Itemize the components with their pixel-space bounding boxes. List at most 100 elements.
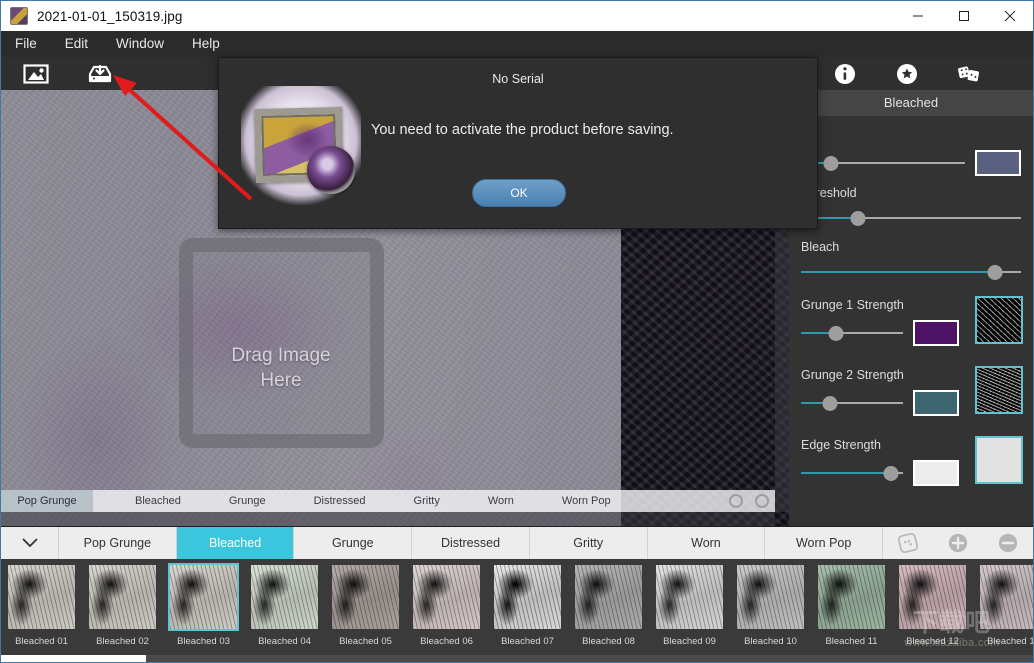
control-row-threshold: Threshold (789, 186, 1033, 228)
control-label-threshold: Threshold (801, 186, 1021, 202)
texture-thumb-grunge2[interactable] (975, 366, 1023, 414)
control-label-grunge1: Grunge 1 Strength (801, 298, 959, 314)
no-serial-dialog: No Serial You need to activate the produ… (218, 57, 818, 229)
control-row-bleach: Bleach (789, 240, 1033, 282)
control-row-grunge1: Grunge 1 Strength (789, 298, 1033, 346)
dialog-title: No Serial (219, 58, 817, 86)
color-swatch-edge[interactable] (913, 460, 959, 486)
panel-controls: Threshold Bleach (789, 116, 1033, 526)
color-swatch-0[interactable] (975, 150, 1021, 176)
canvas-overlay-dice-icon (729, 494, 743, 508)
dialog-ok-button[interactable]: OK (472, 179, 566, 207)
info-icon[interactable] (833, 62, 857, 86)
canvas-overlay-plus-icon (755, 494, 769, 508)
thumbnail-label: Bleached 13 (987, 636, 1033, 647)
canvas-overlay-tab-4: Gritty (408, 495, 446, 507)
menu-file[interactable]: File (1, 31, 51, 57)
close-button[interactable] (987, 1, 1033, 31)
canvas-overlay-tab-0: Pop Grunge (1, 490, 93, 512)
thumbnail-label: Bleached 07 (501, 636, 554, 647)
preset-thumbnail-strip[interactable]: Bleached 01 Bleached 02 Bleached 03 Blea… (1, 559, 1033, 662)
canvas-overlay-tab-3: Distressed (308, 495, 372, 507)
thumbnail-label: Bleached 10 (744, 636, 797, 647)
tab-bleached[interactable]: Bleached (177, 527, 295, 559)
canvas-overlay-tabbar: Pop Grunge Bleached Grunge Distressed Gr… (1, 490, 775, 512)
drop-text-line-1: Drag Image (231, 345, 330, 366)
slider-grunge2[interactable] (801, 393, 903, 413)
color-swatch-grunge1[interactable] (913, 320, 959, 346)
thumbnail-item-selected[interactable]: Bleached 03 (163, 563, 244, 662)
open-image-icon[interactable] (23, 63, 49, 85)
minus-icon[interactable] (997, 532, 1019, 554)
title-bar: 2021-01-01_150319.jpg (1, 1, 1033, 31)
thumbnail-item[interactable]: Bleached 07 (487, 563, 568, 662)
canvas-overlay-tab-5: Worn (482, 495, 520, 507)
texture-thumb-grunge1[interactable] (975, 296, 1023, 344)
thumbnail-label: Bleached 04 (258, 636, 311, 647)
maximize-button[interactable] (941, 1, 987, 31)
drop-text-line-2: Here (260, 370, 301, 391)
plus-icon[interactable] (947, 532, 969, 554)
tab-grunge[interactable]: Grunge (294, 527, 412, 559)
save-image-icon[interactable] (87, 63, 113, 85)
photo-file-icon (10, 7, 28, 25)
tab-gritty[interactable]: Gritty (530, 527, 648, 559)
slider-0[interactable] (801, 153, 965, 173)
canvas-overlay-tab-1: Bleached (129, 495, 187, 507)
thumbnail-item[interactable]: Bleached 12 (892, 563, 973, 662)
dice-icon[interactable] (957, 62, 981, 86)
thumbnail-label: Bleached 12 (906, 636, 959, 647)
control-label-edge: Edge Strength (801, 438, 959, 454)
chevron-down-icon[interactable] (1, 527, 59, 559)
thumbnail-item[interactable]: Bleached 05 (325, 563, 406, 662)
control-row-grunge2: Grunge 2 Strength (789, 368, 1033, 416)
thumbnail-label: Bleached 11 (825, 636, 877, 647)
slider-threshold[interactable] (801, 208, 1021, 228)
drop-zone-label: Drag Image Here (181, 343, 381, 393)
settings-icon[interactable] (895, 62, 919, 86)
thumbnail-item[interactable]: Bleached 11 (811, 563, 892, 662)
slider-grunge1[interactable] (801, 323, 903, 343)
application-window: 2021-01-01_150319.jpg File Edit Window H… (0, 0, 1034, 663)
tab-distressed[interactable]: Distressed (412, 527, 530, 559)
canvas-overlay-tab-2: Grunge (223, 495, 272, 507)
panel-icon-bar (789, 57, 1033, 90)
slider-edge[interactable] (801, 463, 903, 483)
thumbnail-item[interactable]: Bleached 09 (649, 563, 730, 662)
thumbnail-item[interactable]: Bleached 06 (406, 563, 487, 662)
thumbnail-item[interactable]: Bleached 13 (973, 563, 1033, 662)
thumbnail-item[interactable]: Bleached 02 (82, 563, 163, 662)
canvas-overlay-tab-6: Worn Pop (556, 495, 617, 507)
dialog-message: You need to activate the product before … (371, 122, 674, 138)
tab-pop-grunge[interactable]: Pop Grunge (59, 527, 177, 559)
thumbnail-label: Bleached 03 (177, 636, 230, 647)
thumbnail-scrollbar-handle[interactable] (1, 655, 146, 662)
thumbnail-label: Bleached 06 (420, 636, 473, 647)
tab-worn-pop[interactable]: Worn Pop (765, 527, 883, 559)
slider-bleach[interactable] (801, 262, 1021, 282)
canvas-horizontal-scrollbar[interactable] (1, 512, 775, 526)
control-row-edge: Edge Strength (789, 438, 1033, 486)
menu-help[interactable]: Help (178, 31, 234, 57)
color-swatch-grunge2[interactable] (913, 390, 959, 416)
tab-worn[interactable]: Worn (648, 527, 766, 559)
thumbnail-item[interactable]: Bleached 08 (568, 563, 649, 662)
menu-edit[interactable]: Edit (51, 31, 102, 57)
thumbnail-item[interactable]: Bleached 04 (244, 563, 325, 662)
control-row-0 (789, 128, 1033, 176)
minimize-button[interactable] (895, 1, 941, 31)
control-label-grunge2: Grunge 2 Strength (801, 368, 959, 384)
panel-title: Bleached (789, 90, 1033, 116)
thumbnail-label: Bleached 09 (663, 636, 716, 647)
thumbnail-item[interactable]: Bleached 10 (730, 563, 811, 662)
thumbnail-label: Bleached 01 (15, 636, 68, 647)
thumbnail-scrollbar[interactable] (1, 655, 1033, 662)
menu-window[interactable]: Window (102, 31, 178, 57)
thumbnail-label: Bleached 02 (96, 636, 149, 647)
preset-tab-bar: Pop Grunge Bleached Grunge Distressed Gr… (1, 526, 1033, 559)
control-label-bleach: Bleach (801, 240, 1021, 256)
camera-lens-graphic (307, 146, 355, 194)
randomize-dice-icon[interactable] (897, 532, 919, 554)
texture-thumb-edge[interactable] (975, 436, 1023, 484)
thumbnail-item[interactable]: Bleached 01 (1, 563, 82, 662)
